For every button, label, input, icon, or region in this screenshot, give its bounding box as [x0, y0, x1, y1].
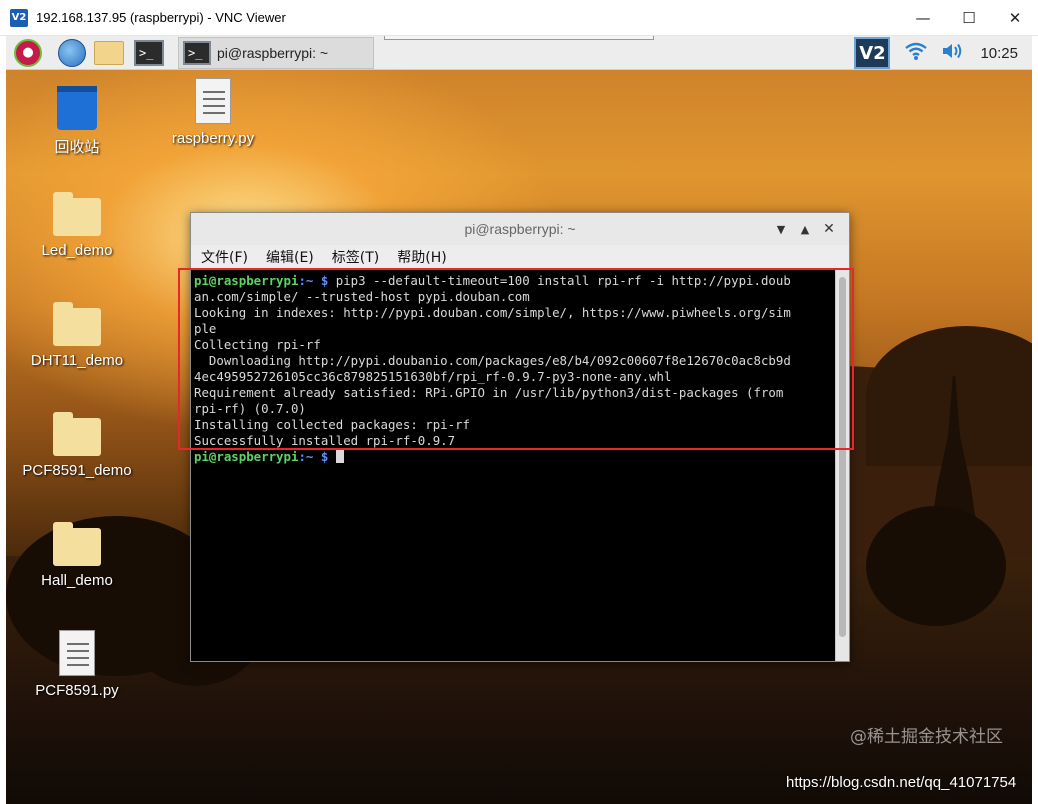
rpi-taskbar: ● >_ >_ pi@raspberrypi: ~ V2 10:25 [6, 36, 1032, 70]
folder-icon [53, 192, 101, 236]
vnc-window-title: 192.168.137.95 (raspberrypi) - VNC Viewe… [36, 10, 286, 25]
taskbar-item-terminal[interactable]: >_ pi@raspberrypi: ~ [178, 36, 374, 69]
text-cursor [335, 449, 344, 463]
terminal-line: pi@raspberrypi:~ $ pip3 --default-timeou… [194, 273, 837, 289]
terminal-menubar: 文件(F) 编辑(E) 标签(T) 帮助(H) [191, 245, 849, 269]
remote-desktop[interactable]: ● >_ >_ pi@raspberrypi: ~ V2 10:25 回收站 r… [6, 36, 1032, 804]
wallpaper-tree [866, 506, 1006, 626]
close-icon[interactable]: ✕ [817, 221, 841, 237]
prompt-path: :~ $ [298, 449, 336, 464]
web-browser-icon [58, 38, 86, 67]
vnc-server-tray-icon[interactable]: V2 [854, 37, 891, 69]
desktop-icon-raspberry-py[interactable]: raspberry.py [148, 78, 278, 147]
terminal-scrollbar[interactable] [835, 269, 849, 661]
prompt-user: pi@raspberrypi [194, 273, 299, 288]
web-browser-button[interactable] [58, 38, 86, 67]
maximize-button[interactable]: ☐ [946, 0, 992, 36]
command-text: pip3 --default-timeout=100 install rpi-r… [335, 273, 791, 288]
desktop-icon-label: PCF8591.py [35, 682, 119, 699]
chevron-up-icon[interactable]: ▲ [793, 223, 817, 236]
vnc-logo-icon: V2 [10, 8, 28, 27]
desktop-icon-led-demo[interactable]: Led_demo [12, 192, 142, 259]
terminal-line: Looking in indexes: http://pypi.douban.c… [194, 305, 791, 320]
folder-icon [53, 302, 101, 346]
terminal-output[interactable]: pi@raspberrypi:~ $ pip3 --default-timeou… [191, 269, 837, 661]
terminal-window-controls: ▼ ▲ ✕ [769, 213, 841, 245]
file-manager-button[interactable] [94, 39, 124, 67]
desktop-icon-label: DHT11_demo [30, 352, 124, 369]
text-file-icon [195, 78, 231, 124]
menu-help[interactable]: 帮助(H) [397, 247, 446, 267]
menu-tabs[interactable]: 标签(T) [332, 247, 379, 267]
desktop-icon-label: raspberry.py [171, 130, 255, 147]
desktop-icon-pcf8591-py[interactable]: PCF8591.py [12, 630, 142, 699]
folder-icon [53, 522, 101, 566]
terminal-titlebar[interactable]: pi@raspberrypi: ~ ▼ ▲ ✕ [191, 213, 849, 245]
folder-icon [53, 412, 101, 456]
minimize-button[interactable]: — [900, 0, 946, 36]
terminal-line: ple [194, 321, 217, 336]
terminal-icon: >_ [134, 39, 164, 66]
terminal-launcher-button[interactable]: >_ [134, 39, 164, 67]
terminal-icon: >_ [183, 40, 211, 65]
csdn-watermark: https://blog.csdn.net/qq_41071754 [786, 774, 1017, 791]
prompt-user: pi@raspberrypi [194, 449, 299, 464]
menu-edit[interactable]: 编辑(E) [266, 247, 314, 267]
file-manager-icon [94, 40, 124, 65]
terminal-line: rpi-rf) (0.7.0) [194, 401, 306, 416]
terminal-line: pi@raspberrypi:~ $ [194, 449, 837, 465]
text-file-icon [59, 630, 95, 676]
desktop-icon-label: 回收站 [54, 139, 100, 156]
desktop-icon-pcf8591-demo[interactable]: PCF8591_demo [12, 412, 142, 479]
trash-icon [57, 86, 97, 130]
terminal-line: Requirement already satisfied: RPi.GPIO … [194, 385, 784, 400]
terminal-line: Collecting rpi-rf [194, 337, 321, 352]
taskbar-item-label: pi@raspberrypi: ~ [217, 44, 329, 61]
desktop-icon-hall-demo[interactable]: Hall_demo [12, 522, 142, 589]
scrollbar-thumb[interactable] [839, 277, 846, 637]
desktop-icon-trash[interactable]: 回收站 [12, 86, 142, 157]
prompt-path: :~ $ [298, 273, 336, 288]
clock[interactable]: 10:25 [980, 45, 1018, 62]
window-controls: — ☐ ✕ [900, 0, 1038, 36]
desktop-icon-label: Hall_demo [41, 572, 113, 589]
raspberry-menu-icon: ● [14, 38, 42, 67]
panel-edge [384, 36, 654, 40]
terminal-line: 4ec495952726105cc36c879825151630bf/rpi_r… [194, 369, 672, 384]
system-tray: V2 10:25 [854, 36, 1032, 70]
desktop-icon-label: Led_demo [41, 242, 113, 259]
terminal-window[interactable]: pi@raspberrypi: ~ ▼ ▲ ✕ 文件(F) 编辑(E) 标签(T… [190, 212, 850, 662]
terminal-line: Successfully installed rpi-rf-0.9.7 [194, 433, 456, 448]
chevron-down-icon[interactable]: ▼ [769, 223, 793, 236]
raspberry-menu-button[interactable]: ● [14, 38, 42, 67]
menu-file[interactable]: 文件(F) [201, 247, 248, 267]
juejin-watermark: @稀土掘金技术社区 [850, 727, 1003, 747]
terminal-title: pi@raspberrypi: ~ [464, 221, 576, 237]
terminal-line: Downloading http://pypi.doubanio.com/pac… [194, 353, 791, 368]
close-button[interactable]: ✕ [992, 0, 1038, 36]
terminal-line: an.com/simple/ --trusted-host pypi.douba… [194, 289, 530, 304]
volume-icon[interactable] [940, 41, 964, 66]
wifi-icon[interactable] [904, 41, 928, 66]
vnc-titlebar: V2 192.168.137.95 (raspberrypi) - VNC Vi… [0, 0, 1038, 36]
terminal-line: Installing collected packages: rpi-rf [194, 417, 471, 432]
desktop-icon-dht11-demo[interactable]: DHT11_demo [12, 302, 142, 369]
desktop-icon-label: PCF8591_demo [22, 462, 132, 479]
